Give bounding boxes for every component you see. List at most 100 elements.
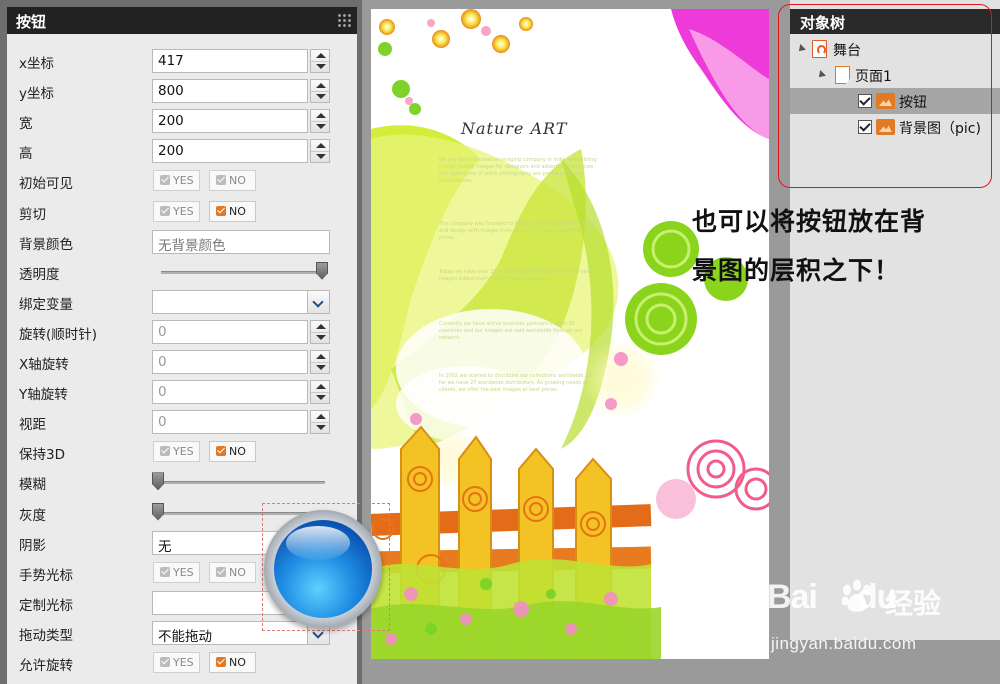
spinner-arrows-icon[interactable] — [310, 319, 330, 344]
watermark-product: 经验 — [885, 587, 942, 620]
slider-track[interactable] — [161, 270, 325, 274]
stage-paragraph: Currently we have active business partne… — [439, 321, 583, 341]
yes-toggle-button[interactable]: YES — [153, 170, 200, 192]
property-label: 定制光标 — [19, 597, 73, 614]
background-color-input[interactable]: 无背景颜色 — [152, 229, 330, 254]
property-panel-title: 按钮 — [16, 13, 47, 31]
check-icon — [160, 566, 170, 577]
no-toggle-button[interactable]: NO — [209, 652, 256, 673]
property-label: 旋转(顺时针) — [19, 326, 98, 343]
check-icon — [216, 446, 226, 457]
spinner-arrows-icon[interactable] — [310, 139, 330, 164]
property-label: 背景颜色 — [19, 236, 73, 253]
property-label: y坐标 — [19, 86, 54, 103]
property-row: X轴旋转 0 — [7, 347, 357, 377]
stage-paragraph: We are the first creative imaging compan… — [439, 157, 597, 184]
property-label: 透明度 — [19, 266, 60, 283]
number-input[interactable]: 417 — [152, 49, 308, 73]
property-row: 视距 0 — [7, 407, 357, 437]
number-input[interactable]: 0 — [152, 410, 308, 435]
property-label: 灰度 — [19, 507, 46, 524]
property-label: x坐标 — [19, 56, 54, 72]
slider-handle[interactable] — [152, 472, 164, 491]
yes-toggle-button[interactable]: YES — [153, 200, 200, 222]
toggle-label: NO — [229, 174, 246, 188]
property-row: 背景颜色 无背景颜色 — [7, 227, 357, 257]
chevron-down-icon[interactable] — [307, 289, 330, 314]
toggle-label: NO — [229, 565, 246, 579]
watermark-brand: Bai du — [767, 578, 897, 616]
spinner-arrows-icon[interactable] — [310, 380, 330, 405]
property-label: X轴旋转 — [19, 357, 69, 373]
slider-track[interactable] — [161, 481, 325, 485]
slider-handle[interactable] — [152, 502, 164, 521]
property-row: 宽 200 — [7, 106, 357, 136]
check-icon — [216, 657, 226, 667]
spinner-arrows-icon[interactable] — [310, 79, 330, 104]
stage-paragraph: In 2002 we started to distribute our col… — [439, 373, 593, 393]
no-toggle-button[interactable]: NO — [209, 561, 256, 583]
toggle-label: YES — [173, 174, 194, 188]
check-icon — [160, 657, 170, 667]
check-icon — [216, 205, 226, 216]
property-row: 允许旋转 YES NO — [7, 648, 357, 678]
property-label: Y轴旋转 — [19, 387, 68, 404]
stage-canvas[interactable]: Nature ART We are the first creative ima… — [371, 9, 769, 659]
property-label: 模糊 — [19, 477, 46, 494]
property-row: x坐标 417 — [7, 46, 357, 76]
number-input[interactable]: 0 — [152, 350, 308, 374]
property-label: 宽 — [19, 116, 33, 133]
annotation-highlight-box — [778, 4, 992, 188]
spinner-arrows-icon[interactable] — [310, 350, 330, 374]
number-input[interactable]: 200 — [152, 139, 308, 164]
yes-toggle-button[interactable]: YES — [153, 652, 200, 673]
slider-handle[interactable] — [316, 261, 328, 280]
select-field[interactable] — [152, 289, 308, 314]
yes-toggle-button[interactable]: YES — [153, 561, 200, 583]
yes-toggle-button[interactable]: YES — [153, 441, 200, 463]
toggle-label: NO — [229, 656, 246, 669]
property-row: Y轴旋转 0 — [7, 377, 357, 407]
property-label: 保持3D — [19, 447, 65, 464]
spinner-arrows-icon[interactable] — [310, 109, 330, 134]
property-row: 模糊 — [7, 467, 357, 497]
property-label: 剪切 — [19, 206, 46, 223]
panel-grip-icon[interactable] — [337, 13, 353, 29]
property-label: 阴影 — [19, 537, 46, 554]
check-icon — [216, 175, 226, 186]
property-row: 绑定变量 — [7, 287, 357, 317]
spinner-arrows-icon[interactable] — [310, 49, 330, 73]
toggle-label: YES — [173, 565, 194, 579]
baidu-paw-logo — [841, 579, 871, 612]
no-toggle-button[interactable]: NO — [209, 170, 256, 192]
toggle-label: YES — [173, 204, 194, 218]
annotation-line: 也可以将按钮放在背 — [692, 207, 927, 236]
property-row: 透明度 — [7, 257, 357, 287]
check-icon — [160, 175, 170, 186]
spinner-arrows-icon[interactable] — [310, 410, 330, 435]
toggle-label: YES — [173, 656, 194, 669]
property-label: 视距 — [19, 417, 46, 434]
check-icon — [160, 446, 170, 457]
property-label: 拖动类型 — [19, 627, 73, 644]
stage-paragraph: Today we have over 10 million images wit… — [439, 269, 591, 282]
stage-paragraph: The company was founded to help in promo… — [439, 221, 598, 241]
annotation-line: 景图的层积之下！ — [692, 256, 901, 285]
blue-round-button[interactable] — [264, 510, 382, 628]
property-row: 旋转(顺时针) 0 — [7, 317, 357, 347]
toggle-label: YES — [173, 445, 194, 459]
toggle-label: NO — [229, 204, 246, 218]
no-toggle-button[interactable]: NO — [209, 441, 256, 463]
property-label: 绑定变量 — [19, 296, 73, 313]
number-input[interactable]: 200 — [152, 109, 308, 134]
number-input[interactable]: 800 — [152, 79, 308, 104]
property-panel-header: 按钮 — [7, 7, 357, 34]
no-toggle-button[interactable]: NO — [209, 200, 256, 222]
check-icon — [160, 205, 170, 216]
watermark-url: jingyan.baidu.com — [771, 634, 917, 653]
stage-artwork-title: Nature ART — [461, 119, 568, 138]
annotation-text: 也可以将按钮放在背 景图的层积之下！ — [692, 197, 972, 295]
number-input[interactable]: 0 — [152, 380, 308, 405]
number-input[interactable]: 0 — [152, 319, 308, 344]
toggle-label: NO — [229, 445, 246, 459]
